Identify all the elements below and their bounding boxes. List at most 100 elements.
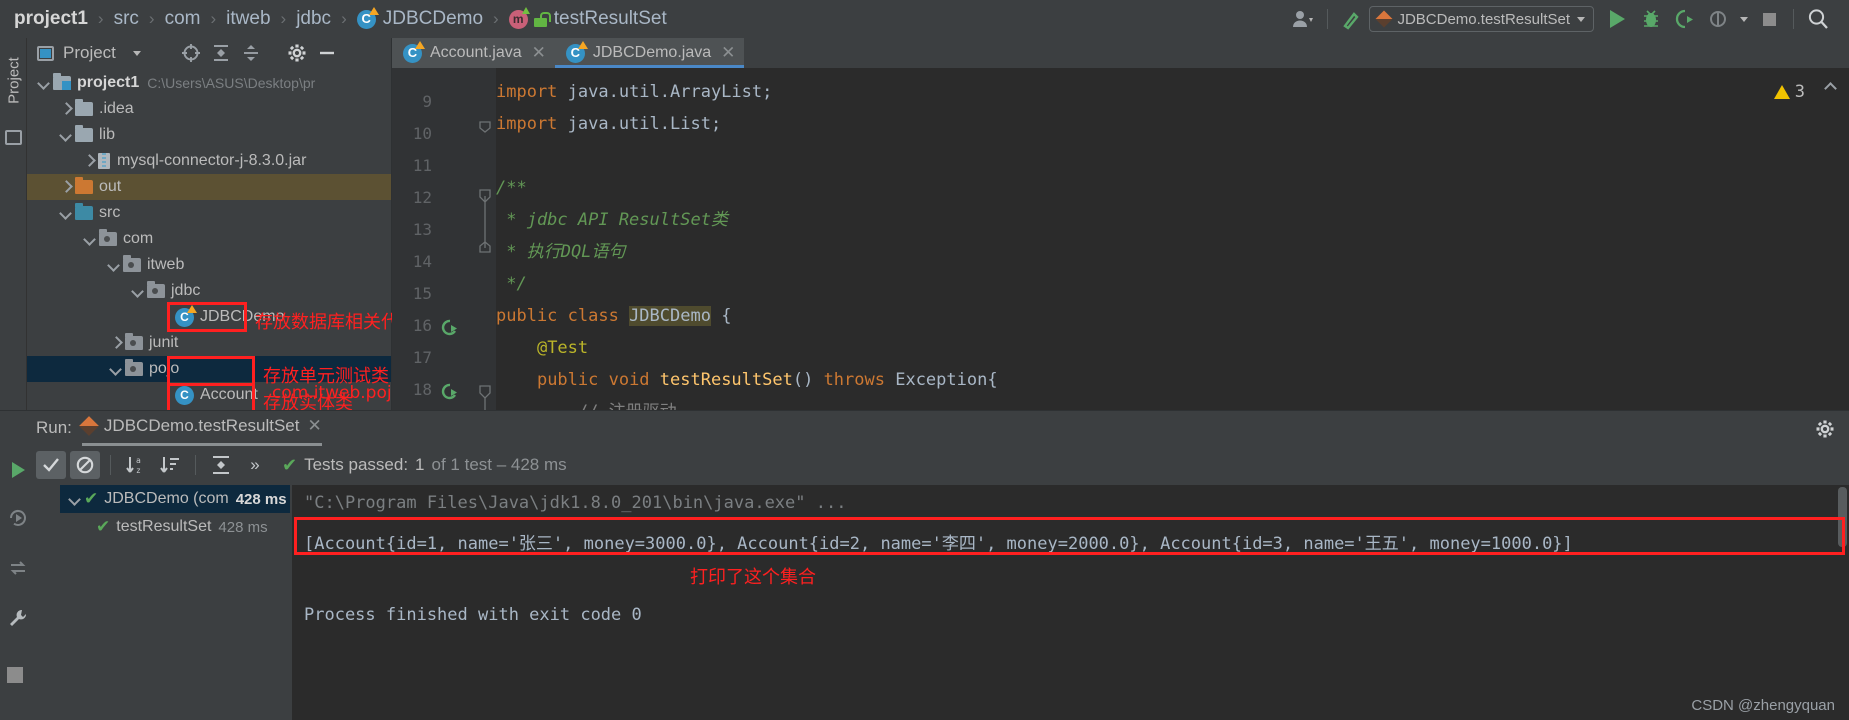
tree-row-project1[interactable]: project1 C:\Users\ASUS\Desktop\pr bbox=[27, 70, 391, 96]
show-passed-tests-toggle[interactable] bbox=[36, 451, 66, 479]
user-avatar-icon[interactable] bbox=[1286, 4, 1320, 34]
code-lines[interactable]: import java.util.ArrayList; import java.… bbox=[496, 68, 1849, 410]
project-tool-window: Project project1 C:\Users\ASUS\Desktop\p… bbox=[27, 38, 417, 414]
chevron-down-icon[interactable] bbox=[105, 257, 122, 274]
chevron-right-icon[interactable] bbox=[57, 101, 74, 118]
package-icon bbox=[99, 229, 117, 246]
run-class-gutter-icon[interactable] bbox=[440, 318, 460, 338]
stop-icon[interactable] bbox=[1752, 4, 1786, 34]
package-icon bbox=[125, 359, 143, 376]
code-keyword: import bbox=[496, 114, 558, 134]
breadcrumb-item-com[interactable]: com bbox=[165, 8, 201, 30]
code-line-18: public void testResultSet() throws Excep… bbox=[536, 370, 998, 390]
chevron-down-icon[interactable] bbox=[129, 283, 146, 300]
tree-row-com[interactable]: com bbox=[27, 226, 391, 252]
chevron-down-icon[interactable] bbox=[81, 231, 98, 248]
tree-label: project1 bbox=[77, 74, 140, 91]
close-icon[interactable]: ✕ bbox=[308, 416, 322, 436]
test-row-method[interactable]: ✔ testResultSet 428 ms bbox=[60, 513, 290, 541]
project-panel-header: Project bbox=[27, 38, 391, 68]
tabs-filler bbox=[744, 38, 1849, 68]
breadcrumb-item-src[interactable]: src bbox=[114, 8, 139, 30]
chevron-right-icon[interactable] bbox=[80, 153, 97, 170]
console-output[interactable]: "C:\Program Files\Java\jdk1.8.0_201\bin\… bbox=[292, 485, 1849, 720]
test-results-tree[interactable]: ✔ JDBCDemo (com 428 ms ✔ testResultSet 4… bbox=[60, 485, 290, 720]
inspection-warning-badge[interactable]: 3 bbox=[1773, 82, 1805, 102]
profiler-dropdown-icon[interactable] bbox=[1736, 4, 1752, 34]
search-icon[interactable] bbox=[1801, 4, 1835, 34]
expand-all-icon[interactable] bbox=[206, 451, 236, 479]
method-icon bbox=[508, 6, 530, 29]
rerun-icon[interactable] bbox=[7, 459, 29, 481]
svg-text:z: z bbox=[136, 466, 141, 475]
run-configuration-selector[interactable]: JDBCDemo.testResultSet bbox=[1369, 6, 1594, 32]
editor-gutter[interactable]: 9 10 11 12 13 14 15 16 17 18 19 20 bbox=[392, 68, 474, 410]
close-icon[interactable]: ✕ bbox=[532, 43, 546, 63]
breadcrumb-item-itweb[interactable]: itweb bbox=[226, 8, 270, 30]
tree-label: pojo bbox=[149, 360, 180, 377]
svg-text:a: a bbox=[136, 456, 141, 465]
settings-gear-icon[interactable] bbox=[1815, 419, 1835, 444]
chevron-down-icon[interactable] bbox=[107, 361, 124, 378]
run-panel-label: Run: bbox=[36, 418, 72, 437]
run-with-coverage-icon[interactable] bbox=[1668, 4, 1702, 34]
hide-panel-icon[interactable] bbox=[312, 39, 342, 67]
overflow-icon[interactable] bbox=[1835, 4, 1849, 34]
line-number: 15 bbox=[412, 284, 432, 303]
tree-row-itweb[interactable]: itweb bbox=[27, 252, 391, 278]
close-icon[interactable]: ✕ bbox=[721, 43, 735, 63]
stop-icon[interactable] bbox=[7, 667, 29, 689]
run-icon[interactable] bbox=[1600, 4, 1634, 34]
scroll-from-source-icon[interactable] bbox=[176, 39, 206, 67]
tab-jdbcdemo-java[interactable]: JDBCDemo.java ✕ bbox=[554, 38, 745, 68]
code-area[interactable]: 9 10 11 12 13 14 15 16 17 18 19 20 bbox=[392, 68, 1849, 410]
tree-row-jdbc[interactable]: jdbc bbox=[27, 278, 391, 304]
breadcrumb-item-jdbc[interactable]: jdbc bbox=[296, 8, 331, 30]
project-window-icon[interactable] bbox=[5, 130, 22, 145]
tree-label: out bbox=[99, 178, 122, 195]
tab-account-java[interactable]: Account.java ✕ bbox=[392, 38, 555, 68]
code-editor: Account.java ✕ JDBCDemo.java ✕ 9 10 11 1… bbox=[392, 38, 1849, 410]
tree-row-out[interactable]: out bbox=[27, 174, 391, 200]
chevron-down-icon[interactable] bbox=[57, 205, 74, 222]
run-method-gutter-icon[interactable] bbox=[440, 382, 460, 402]
breadcrumb-item-class[interactable]: JDBCDemo bbox=[356, 6, 483, 30]
package-icon bbox=[125, 333, 143, 350]
hide-ignored-tests-toggle[interactable] bbox=[70, 451, 100, 479]
debug-icon[interactable] bbox=[1634, 4, 1668, 34]
run-tab[interactable]: JDBCDemo.testResultSet ✕ bbox=[79, 416, 322, 446]
chevron-down-icon[interactable] bbox=[57, 127, 74, 144]
folder-grey-icon bbox=[75, 125, 93, 142]
expand-all-icon[interactable] bbox=[206, 39, 236, 67]
chevron-down-icon[interactable] bbox=[122, 39, 152, 67]
settings-gear-icon[interactable] bbox=[282, 39, 312, 67]
tree-row-src[interactable]: src bbox=[27, 200, 391, 226]
tree-row-lib[interactable]: lib bbox=[27, 122, 391, 148]
wrench-settings-icon[interactable] bbox=[7, 607, 29, 629]
breadcrumb-item-project[interactable]: project1 bbox=[14, 8, 88, 30]
sort-alphabetically-icon[interactable]: az bbox=[121, 451, 151, 479]
fold-gutter[interactable] bbox=[474, 68, 496, 410]
profiler-icon[interactable] bbox=[1702, 4, 1736, 34]
rerun-failed-icon[interactable] bbox=[7, 507, 29, 529]
chevron-right-icon[interactable] bbox=[107, 335, 124, 352]
chevron-down-icon[interactable] bbox=[35, 75, 52, 92]
sort-by-duration-icon[interactable] bbox=[155, 451, 185, 479]
chevron-right-icon[interactable] bbox=[57, 179, 74, 196]
hammer-build-icon[interactable] bbox=[1335, 4, 1369, 34]
chevron-down-icon[interactable] bbox=[66, 491, 83, 508]
more-options-icon[interactable]: » bbox=[240, 451, 270, 479]
repeat-icon[interactable] bbox=[7, 557, 29, 579]
test-row-class[interactable]: ✔ JDBCDemo (com 428 ms bbox=[60, 485, 290, 513]
collapse-all-icon[interactable] bbox=[236, 39, 266, 67]
code-line-16: public class JDBCDemo { bbox=[496, 306, 732, 326]
project-panel-title: Project bbox=[63, 43, 116, 62]
watermark: CSDN @zhengyquan bbox=[1691, 697, 1835, 714]
console-scrollbar[interactable] bbox=[1838, 487, 1847, 547]
breadcrumb-item-method[interactable]: testResultSet bbox=[508, 6, 667, 30]
tree-row-jar[interactable]: mysql-connector-j-8.3.0.jar bbox=[27, 148, 391, 174]
project-tree[interactable]: project1 C:\Users\ASUS\Desktop\pr .idea … bbox=[27, 70, 391, 410]
breadcrumb-separator: › bbox=[341, 9, 347, 28]
tree-row-idea[interactable]: .idea bbox=[27, 96, 391, 122]
tool-window-project-label[interactable]: Project bbox=[6, 46, 23, 116]
